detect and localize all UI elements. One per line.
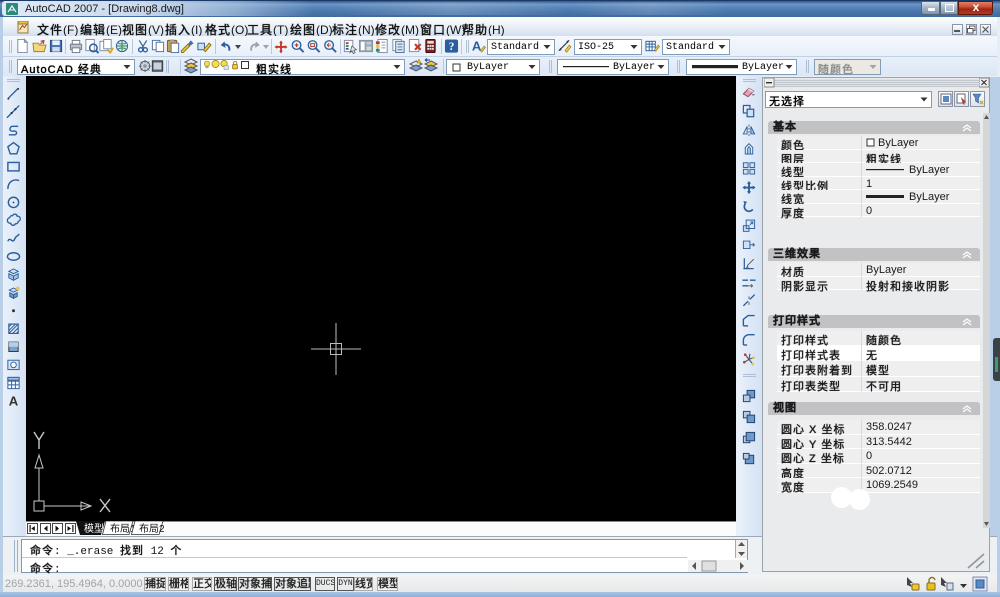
svg-text:?: ? [449, 41, 455, 53]
svg-text:A: A [472, 39, 482, 54]
svg-text:模型: 模型 [84, 522, 104, 535]
svg-text:A: A [9, 394, 19, 409]
svg-text:布局2: 布局2 [139, 523, 165, 535]
